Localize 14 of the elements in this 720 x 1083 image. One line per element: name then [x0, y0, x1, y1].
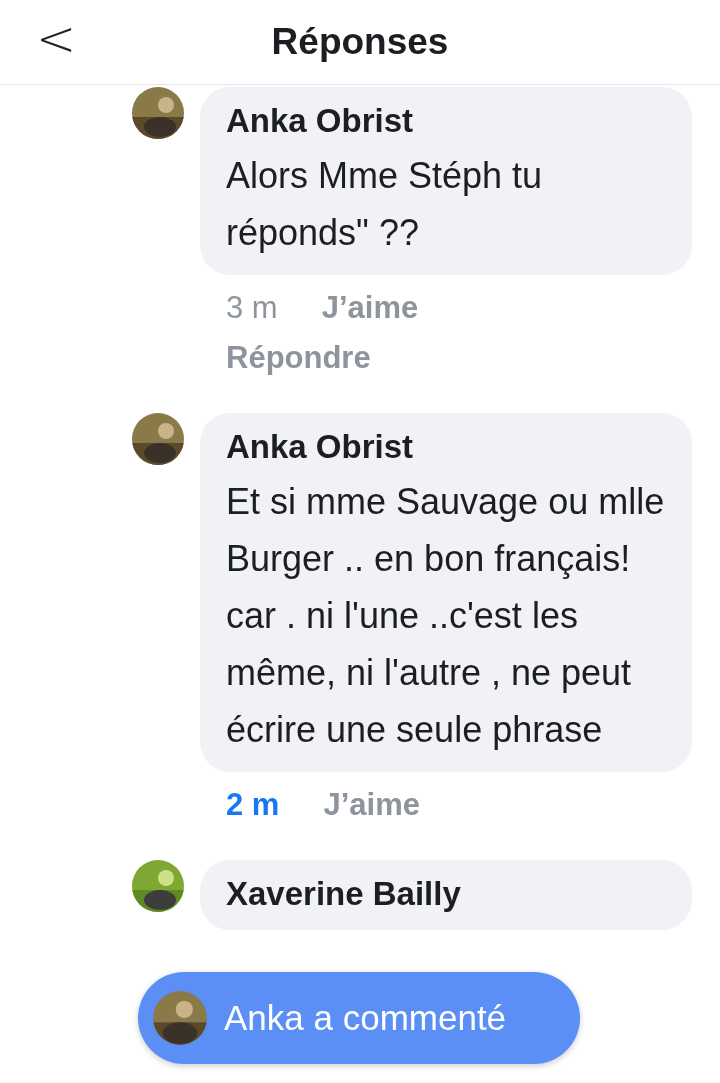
- author-name: Xaverine Bailly: [226, 874, 462, 914]
- comment-time: 3 m: [226, 289, 278, 327]
- new-comment-toast[interactable]: Anka a commenté: [138, 972, 580, 1064]
- like-link[interactable]: J’aime: [323, 780, 420, 830]
- back-button[interactable]: <: [28, 10, 85, 66]
- author-name: Anka Obrist: [226, 427, 415, 467]
- toast-text: Anka a commenté: [224, 998, 507, 1038]
- reply-link[interactable]: Répondre: [226, 333, 371, 383]
- comment-time: 2 m: [226, 786, 280, 824]
- like-link[interactable]: J’aime: [321, 283, 419, 333]
- comment-text: Alors Mme Stéph tu réponds" ??: [226, 154, 544, 255]
- page-title: Réponses: [271, 21, 449, 63]
- author-name: Anka Obrist: [226, 101, 415, 141]
- comment-text: Et si mme Sauvage ou mlle Burger .. en bon français! car . ni l'une ..c'est les même, ni l'autre , ne peut écrire une seule phrase: [226, 480, 666, 752]
